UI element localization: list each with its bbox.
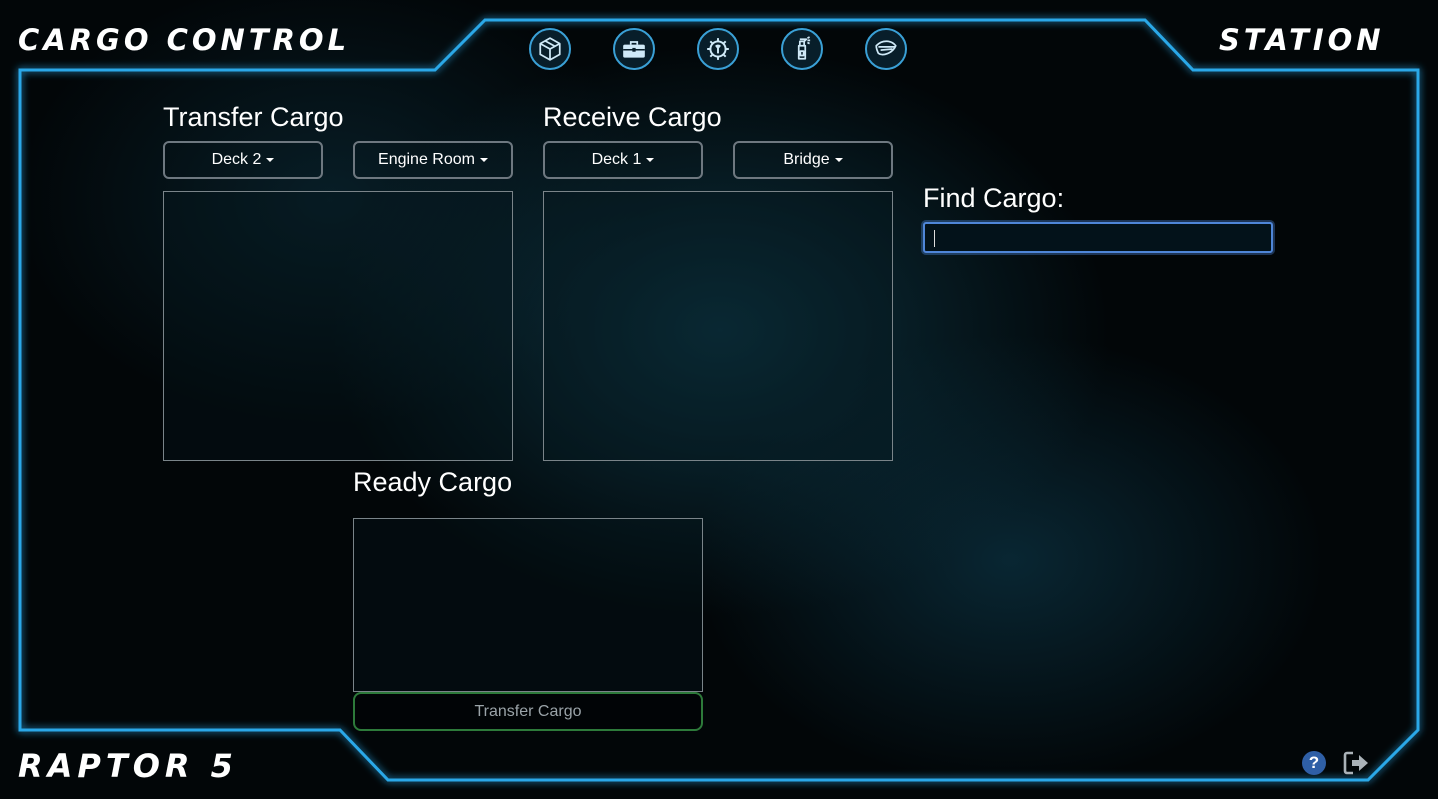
receive-cargo-list[interactable] [543, 191, 893, 461]
transfer-deck-value: Deck 2 [211, 151, 262, 168]
find-cargo-label: Find Cargo: [923, 183, 1065, 213]
ready-cargo-list[interactable] [353, 518, 703, 692]
transfer-cargo-button[interactable]: Transfer Cargo [353, 692, 703, 731]
caret-down-icon [479, 158, 488, 162]
transfer-room-value: Engine Room [378, 151, 475, 168]
receive-room-dropdown[interactable]: Bridge [733, 141, 893, 179]
spray-bottle-icon[interactable] [781, 28, 823, 70]
mode-title: STATION [1219, 23, 1385, 57]
receive-deck-dropdown[interactable]: Deck 1 [543, 141, 703, 179]
transfer-deck-dropdown[interactable]: Deck 2 [163, 141, 323, 179]
logout-icon[interactable] [1342, 750, 1370, 776]
transfer-room-dropdown[interactable]: Engine Room [353, 141, 513, 179]
app-title: CARGO CONTROL [18, 23, 351, 57]
ready-heading: Ready Cargo [353, 467, 513, 497]
receive-room-value: Bridge [783, 151, 830, 168]
receive-heading: Receive Cargo [543, 102, 722, 132]
caret-down-icon [266, 158, 275, 162]
transfer-heading: Transfer Cargo [163, 102, 344, 132]
caret-down-icon [834, 158, 843, 162]
leaf-icon[interactable] [865, 28, 907, 70]
help-icon[interactable]: ? [1302, 751, 1326, 775]
find-cargo-input[interactable] [923, 222, 1273, 253]
transfer-cargo-list[interactable] [163, 191, 513, 461]
package-icon[interactable] [529, 28, 571, 70]
toolbox-icon[interactable] [613, 28, 655, 70]
gear-wrench-icon[interactable] [697, 28, 739, 70]
ship-name: RAPTOR 5 [18, 747, 238, 785]
caret-down-icon [646, 158, 655, 162]
receive-deck-value: Deck 1 [591, 151, 642, 168]
text-cursor [934, 230, 935, 247]
